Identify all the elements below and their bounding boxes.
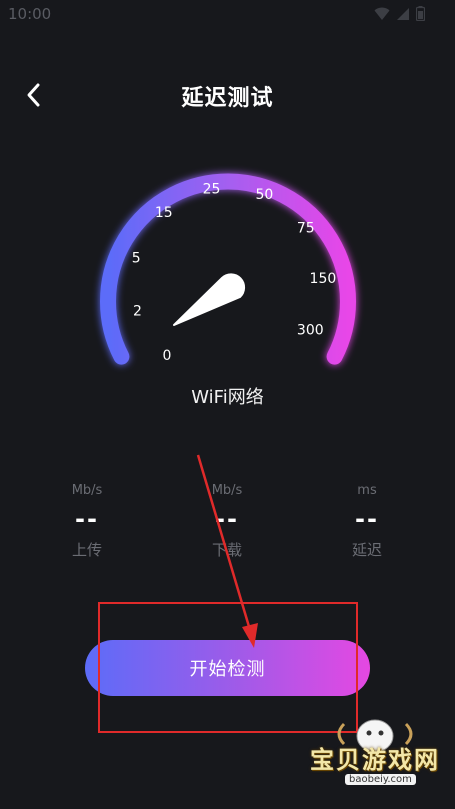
- gauge-tick-label: 50: [255, 187, 273, 203]
- speed-gauge: 0 2 5 15 25 50 75 150 300: [0, 140, 455, 380]
- stat-unit: Mb/s: [71, 483, 103, 498]
- gauge-tick-label: 25: [203, 181, 221, 197]
- stat-unit: ms: [357, 483, 377, 498]
- stat-download: Mb/s -- 下载: [167, 483, 287, 560]
- page-title: 延迟测试: [181, 86, 274, 111]
- stats-panel: Mb/s -- 上传 Mb/s -- 下载 ms -- 延迟: [0, 483, 455, 573]
- stat-label: 下载: [211, 541, 242, 559]
- network-name: WiFi网络: [191, 387, 264, 408]
- gauge-tick-label: 0: [162, 348, 171, 364]
- stat-value: --: [75, 505, 99, 533]
- stat-latency: ms -- 延迟: [307, 483, 427, 560]
- stat-label: 延迟: [351, 541, 382, 559]
- gauge-tick-label: 5: [132, 250, 141, 266]
- stat-value: --: [355, 505, 379, 533]
- battery-icon: [416, 6, 425, 21]
- status-icons: [374, 6, 425, 21]
- signal-icon: [397, 7, 409, 20]
- wifi-icon: [374, 7, 390, 20]
- header: 延迟测试: [0, 70, 455, 120]
- status-bar: 10:00: [0, 0, 455, 32]
- stat-value: --: [215, 505, 239, 533]
- watermark-logo: 宝贝游戏网 baobeiy.com: [300, 712, 450, 804]
- gauge-needle: [173, 273, 246, 326]
- gauge-tick-label: 150: [310, 271, 337, 287]
- gauge-tick-label: 75: [297, 221, 315, 237]
- status-time: 10:00: [8, 5, 52, 23]
- gauge-tick-label: 300: [297, 323, 324, 339]
- gauge-tick-label: 15: [155, 205, 173, 221]
- gauge-tick-label: 2: [133, 304, 142, 320]
- stat-unit: Mb/s: [211, 483, 243, 498]
- stat-upload: Mb/s -- 上传: [27, 483, 147, 560]
- watermark-url: baobeiy.com: [345, 774, 416, 785]
- watermark-title: 宝贝游戏网: [310, 746, 440, 774]
- stat-label: 上传: [71, 541, 102, 559]
